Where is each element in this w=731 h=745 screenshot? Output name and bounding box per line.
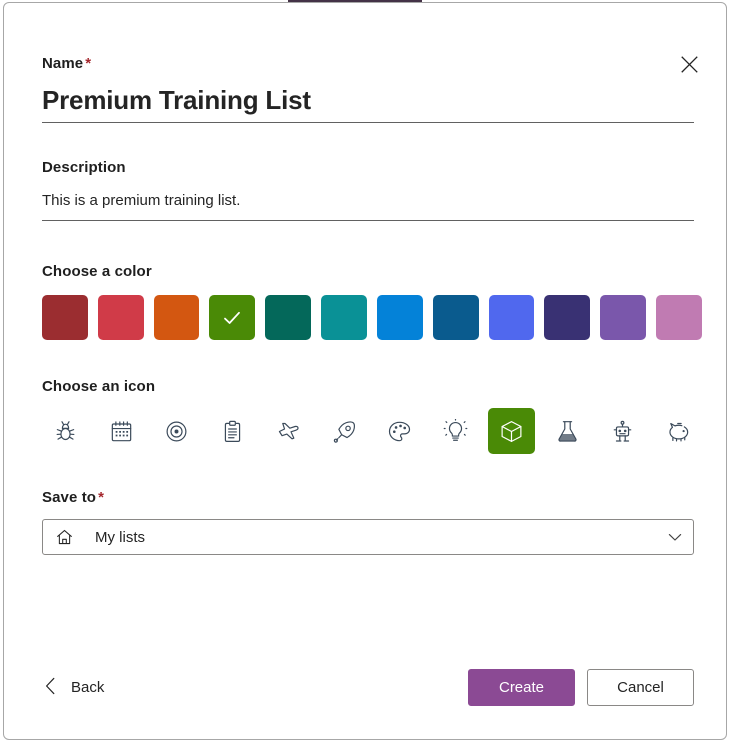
description-input[interactable]: This is a premium training list.	[42, 191, 694, 220]
icon-choice-beaker-icon[interactable]	[544, 408, 591, 454]
color-swatch-dark-purple[interactable]	[544, 295, 591, 340]
clipboard-icon	[224, 420, 241, 442]
chevron-down-icon[interactable]	[667, 529, 683, 545]
name-input[interactable]: Premium Training List	[42, 84, 694, 122]
name-label-row: Name *	[42, 55, 694, 73]
beaker-icon	[557, 420, 577, 442]
color-swatch-teal[interactable]	[321, 295, 367, 340]
icon-picker-group: Choose an icon	[42, 378, 702, 454]
save-to-dropdown[interactable]: My lists	[42, 519, 694, 555]
icon-choice-rocket-icon[interactable]	[321, 408, 368, 454]
color-swatch-dark-blue[interactable]	[432, 295, 479, 340]
create-button[interactable]: Create	[468, 668, 575, 706]
color-swatch-red[interactable]	[97, 295, 144, 340]
palette-icon	[389, 421, 411, 441]
icon-choice-lightbulb-icon[interactable]	[432, 408, 479, 454]
save-to-label: Save to	[42, 489, 97, 506]
bug-icon	[56, 420, 75, 440]
color-swatch-dark-red[interactable]	[42, 295, 88, 340]
icon-choice-piggy-bank-icon[interactable]	[655, 408, 702, 454]
color-swatch-periwinkle[interactable]	[488, 295, 535, 340]
color-swatch-purple[interactable]	[600, 295, 647, 340]
home-icon	[55, 528, 74, 547]
color-swatch-pink[interactable]	[656, 295, 702, 340]
color-swatch-green[interactable]	[209, 295, 256, 340]
robot-icon	[614, 420, 632, 442]
name-input-underline	[42, 122, 694, 123]
chevron-left-icon	[44, 677, 58, 698]
color-swatch-dark-teal[interactable]	[265, 295, 312, 340]
color-swatch-blue[interactable]	[376, 295, 423, 340]
icon-choice-calendar-icon[interactable]	[98, 408, 145, 454]
icon-choice-bug-icon[interactable]	[42, 408, 89, 454]
save-to-required-asterisk: *	[98, 489, 104, 506]
box-icon	[501, 420, 522, 442]
lightbulb-icon	[443, 418, 468, 441]
piggy-bank-icon	[669, 422, 689, 441]
color-swatch-list	[42, 295, 702, 340]
icon-choice-airplane-icon[interactable]	[265, 408, 312, 454]
icon-choice-box-icon[interactable]	[488, 408, 535, 454]
name-required-asterisk: *	[85, 55, 92, 72]
create-list-dialog: Name * Premium Training List Description …	[3, 2, 727, 740]
icon-picker-label: Choose an icon	[42, 378, 156, 395]
description-label: Description	[42, 159, 126, 176]
cancel-button[interactable]: Cancel	[587, 668, 694, 706]
icon-choice-robot-icon[interactable]	[600, 408, 647, 454]
icon-choice-clipboard-icon[interactable]	[209, 408, 256, 454]
back-button[interactable]: Back	[42, 673, 106, 702]
check-icon	[224, 311, 241, 324]
description-input-underline	[42, 220, 694, 221]
rocket-icon	[333, 420, 355, 443]
dialog-footer: Back Create Cancel	[42, 665, 694, 709]
name-field-group: Name * Premium Training List	[42, 55, 694, 123]
color-picker-group: Choose a color	[42, 263, 702, 340]
icon-choice-target-icon[interactable]	[154, 408, 201, 454]
calendar-icon	[111, 420, 131, 441]
icon-choice-palette-icon[interactable]	[377, 408, 424, 454]
icon-choice-list	[42, 408, 702, 454]
color-swatch-orange[interactable]	[153, 295, 200, 340]
save-to-selected-value: My lists	[95, 528, 145, 546]
description-field-group: Description This is a premium training l…	[42, 159, 694, 221]
save-to-label-row: Save to *	[42, 489, 694, 507]
name-label: Name	[42, 55, 84, 72]
description-label-row: Description	[42, 159, 694, 177]
target-icon	[166, 421, 187, 441]
airplane-icon	[278, 422, 299, 439]
color-picker-label: Choose a color	[42, 263, 152, 280]
back-button-label: Back	[71, 678, 105, 696]
save-to-group: Save to * My lists	[42, 489, 694, 555]
